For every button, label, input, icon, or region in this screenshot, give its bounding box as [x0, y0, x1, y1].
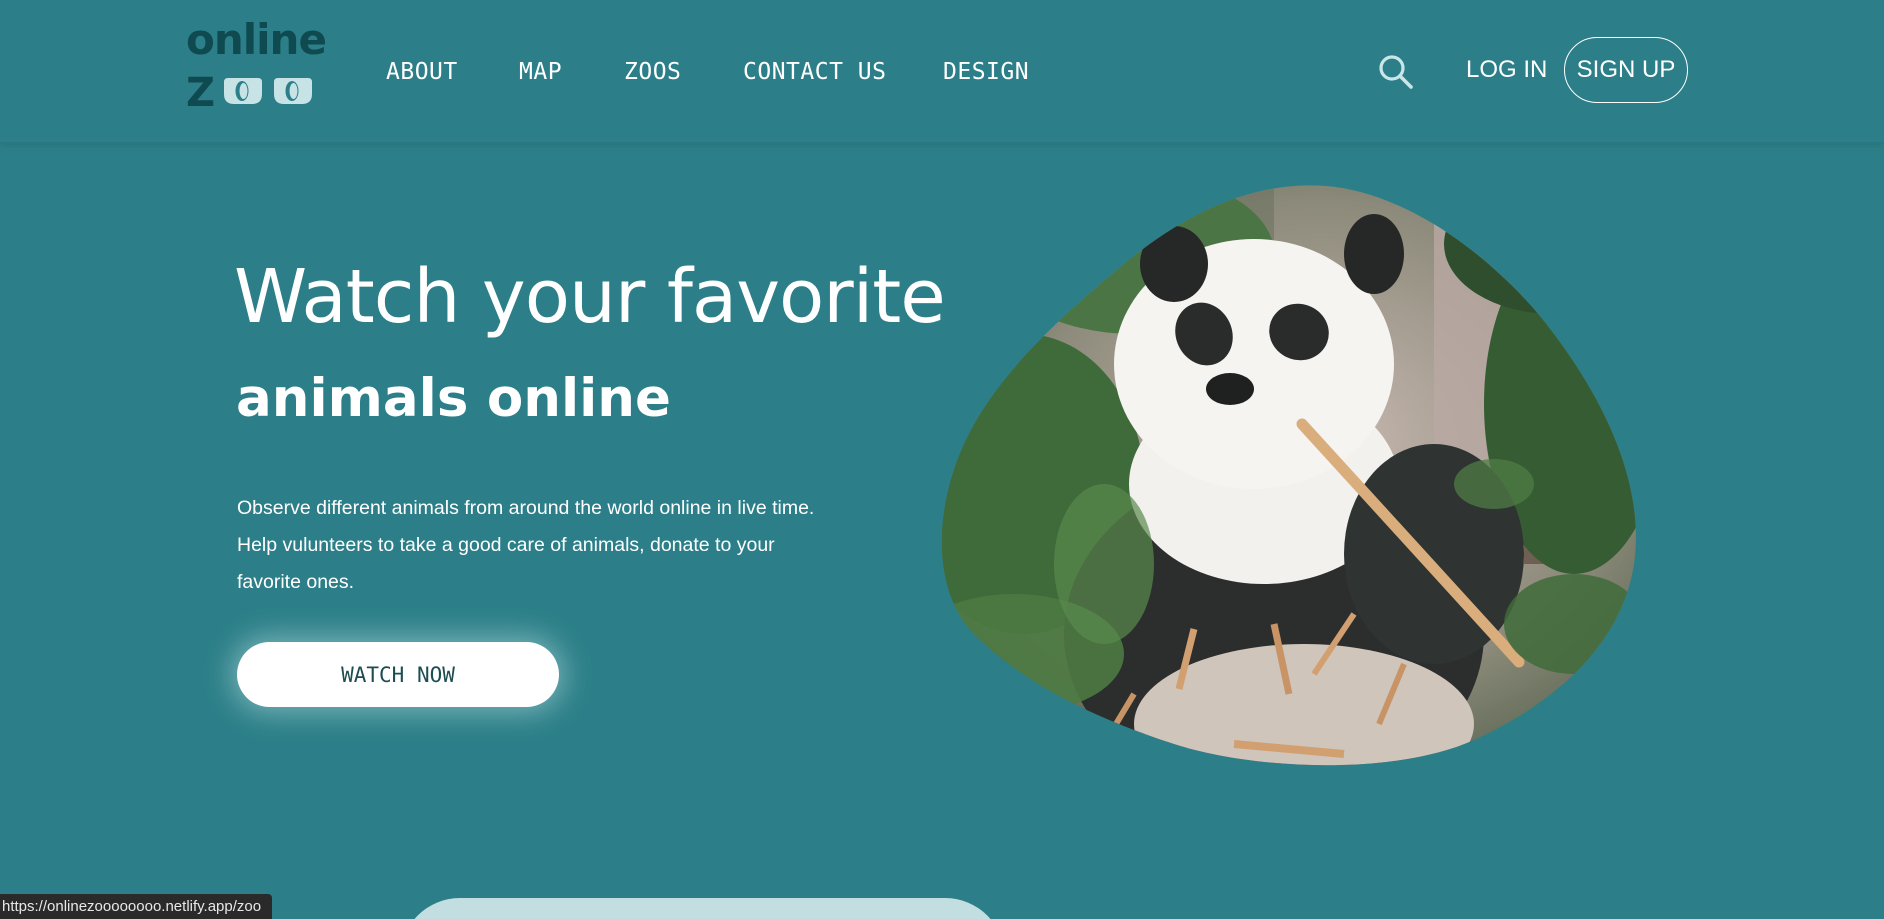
- search-icon: [1379, 55, 1413, 89]
- nav-item-map[interactable]: MAP: [519, 52, 562, 92]
- hero-description-line: Help vulunteers to take a good care of a…: [237, 534, 775, 556]
- signup-button[interactable]: SIGN UP: [1564, 37, 1688, 103]
- site-header: online Z ABOUT MAP ZOOS CONTACT US DESIG…: [0, 0, 1884, 143]
- login-link[interactable]: LOG IN: [1466, 52, 1547, 88]
- hero-description: Observe different animals from around th…: [237, 490, 877, 601]
- hero-title-line-1: Watch your favorite: [234, 254, 946, 340]
- logo-eye-right-icon: [274, 78, 312, 104]
- status-bar-url: https://onlinezoooooooo.netlify.app/zoo: [0, 894, 272, 919]
- hero-panda-image: [941, 185, 1636, 766]
- logo[interactable]: online Z: [186, 15, 327, 117]
- next-section-card: [400, 898, 1005, 919]
- logo-eye-left-icon: [224, 78, 262, 104]
- nav-item-contact-us[interactable]: CONTACT US: [743, 52, 886, 92]
- nav-item-zoos[interactable]: ZOOS: [624, 52, 681, 92]
- hero-description-line: Observe different animals from around th…: [237, 497, 815, 519]
- nav-item-design[interactable]: DESIGN: [943, 52, 1029, 92]
- hero-description-line: favorite ones.: [237, 571, 355, 593]
- watch-now-button[interactable]: WATCH NOW: [237, 642, 559, 707]
- logo-text-online: online: [186, 15, 327, 64]
- nav-item-about[interactable]: ABOUT: [386, 52, 458, 92]
- logo-letter-z: Z: [186, 70, 216, 116]
- search-button[interactable]: [1376, 52, 1416, 92]
- hero-title-line-2: animals online: [236, 368, 671, 429]
